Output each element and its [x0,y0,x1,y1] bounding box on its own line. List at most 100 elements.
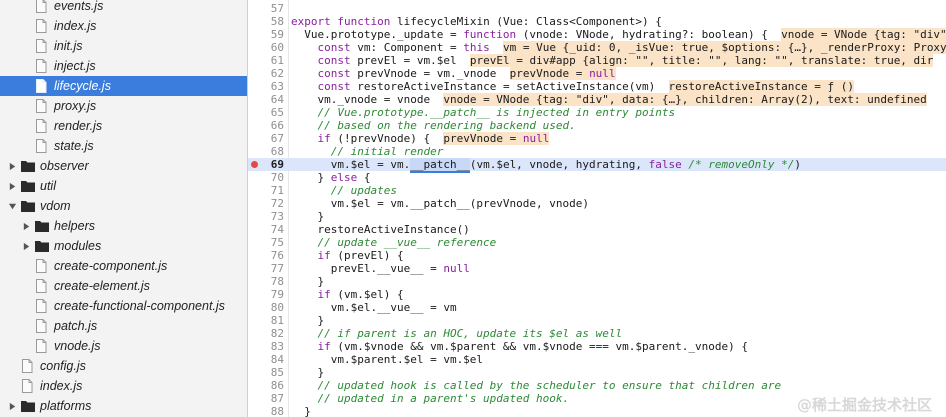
tree-file[interactable]: state.js [0,136,247,156]
code-line[interactable]: 71 // updates [248,184,946,197]
code-line[interactable]: 61 const prevEl = vm.$el prevEl = div#ap… [248,54,946,67]
code-line[interactable]: 76 if (prevEl) { [248,249,946,262]
code-text: if (!prevVnode) { prevVnode = null [317,132,550,145]
line-number[interactable]: 72 [248,197,284,210]
line-number[interactable]: 84 [248,353,284,366]
line-number[interactable]: 66 [248,119,284,132]
line-number[interactable]: 64 [248,93,284,106]
line-number[interactable]: 88 [248,405,284,417]
line-number[interactable]: 69 [248,158,284,171]
line-number[interactable]: 85 [248,366,284,379]
line-number[interactable]: 87 [248,392,284,405]
code-line[interactable]: 57 [248,2,946,15]
file-icon [34,259,50,273]
chevron-right-icon[interactable] [20,240,32,252]
tree-file[interactable]: render.js [0,116,247,136]
code-line[interactable]: 74 restoreActiveInstance() [248,223,946,236]
code-line[interactable]: 60 const vm: Component = this vm = Vue {… [248,41,946,54]
tree-file[interactable]: patch.js [0,316,247,336]
chevron-right-icon[interactable] [6,160,18,172]
tree-folder[interactable]: util [0,176,247,196]
code-text: // initial render [291,145,444,158]
chevron-down-icon[interactable] [6,200,18,212]
code-line[interactable]: 63 const restoreActiveInstance = setActi… [248,80,946,93]
line-number[interactable]: 61 [248,54,284,67]
code-line[interactable]: 75 // update __vue__ reference [248,236,946,249]
code-text: // updated in a parent's updated hook. [291,392,570,405]
line-number[interactable]: 71 [248,184,284,197]
tree-file[interactable]: create-component.js [0,256,247,276]
chevron-right-icon[interactable] [6,400,18,412]
tree-folder[interactable]: helpers [0,216,247,236]
file-icon [34,39,50,53]
line-number[interactable]: 68 [248,145,284,158]
code-line[interactable]: 59 Vue.prototype._update = function (vno… [248,28,946,41]
code-line[interactable]: 62 const prevVnode = vm._vnode prevVnode… [248,67,946,80]
code-line[interactable]: 58 export function lifecycleMixin (Vue: C… [248,15,946,28]
chevron-right-icon[interactable] [20,220,32,232]
code-line[interactable]: 77 prevEl.__vue__ = null [248,262,946,275]
tree-file[interactable]: index.js [0,376,247,396]
file-icon [34,119,50,133]
tree-file[interactable]: lifecycle.js [0,76,247,96]
line-number[interactable]: 76 [248,249,284,262]
code-line[interactable]: 67 if (!prevVnode) { prevVnode = null [248,132,946,145]
code-line[interactable]: 65 // Vue.prototype.__patch__ is injecte… [248,106,946,119]
tree-file[interactable]: config.js [0,356,247,376]
tree-file[interactable]: index.js [0,16,247,36]
code-line[interactable]: 64 vm._vnode = vnode vnode = VNode {tag:… [248,93,946,106]
line-number[interactable]: 74 [248,223,284,236]
tree-file[interactable]: create-functional-component.js [0,296,247,316]
code-line[interactable]: 85 } [248,366,946,379]
code-line[interactable]: 81 } [248,314,946,327]
line-number[interactable]: 86 [248,379,284,392]
code-line[interactable]: 66 // based on the rendering backend use… [248,119,946,132]
line-number[interactable]: 81 [248,314,284,327]
line-number[interactable]: 75 [248,236,284,249]
line-number[interactable]: 73 [248,210,284,223]
line-number[interactable]: 78 [248,275,284,288]
code-editor[interactable]: 57 58 export function lifecycleMixin (Vue:… [248,0,946,417]
line-number[interactable]: 77 [248,262,284,275]
tree-file[interactable]: proxy.js [0,96,247,116]
chevron-right-icon[interactable] [6,180,18,192]
line-number[interactable]: 63 [248,80,284,93]
line-number[interactable]: 57 [248,2,284,15]
watermark: @稀土掘金技术社区 [796,396,932,414]
file-icon [34,0,50,13]
line-number[interactable]: 59 [248,28,284,41]
tree-folder[interactable]: platforms [0,396,247,416]
code-line[interactable]: 82 // if parent is an HOC, update its $e… [248,327,946,340]
line-number[interactable]: 83 [248,340,284,353]
tree-folder[interactable]: observer [0,156,247,176]
line-number[interactable]: 80 [248,301,284,314]
tree-folder[interactable]: modules [0,236,247,256]
code-line[interactable]: 83 if (vm.$vnode && vm.$parent && vm.$vn… [248,340,946,353]
line-number[interactable]: 62 [248,67,284,80]
code-text: if (prevEl) { [317,249,404,262]
code-line[interactable]: 70 } else { [248,171,946,184]
line-number[interactable]: 82 [248,327,284,340]
line-number[interactable]: 79 [248,288,284,301]
tree-folder[interactable]: vdom [0,196,247,216]
line-number[interactable]: 58 [248,15,284,28]
line-number[interactable]: 65 [248,106,284,119]
tree-file[interactable]: events.js [0,0,247,16]
tree-file[interactable]: vnode.js [0,336,247,356]
code-line[interactable]: 80 vm.$el.__vue__ = vm [248,301,946,314]
tree-file[interactable]: create-element.js [0,276,247,296]
code-line[interactable]: 69 vm.$el = vm.__patch__(vm.$el, vnode, … [248,158,946,173]
tree-file[interactable]: init.js [0,36,247,56]
line-number[interactable]: 60 [248,41,284,54]
code-line[interactable]: 68 // initial render [248,145,946,158]
code-line[interactable]: 73 } [248,210,946,223]
tree-file[interactable]: inject.js [0,56,247,76]
line-number[interactable]: 67 [248,132,284,145]
code-line[interactable]: 84 vm.$parent.$el = vm.$el [248,353,946,366]
code-line[interactable]: 79 if (vm.$el) { [248,288,946,301]
code-line[interactable]: 86 // updated hook is called by the sche… [248,379,946,392]
code-line[interactable]: 72 vm.$el = vm.__patch__(prevVnode, vnod… [248,197,946,210]
tree-item-label: proxy.js [54,99,97,113]
code-line[interactable]: 78 } [248,275,946,288]
line-number[interactable]: 70 [248,171,284,184]
